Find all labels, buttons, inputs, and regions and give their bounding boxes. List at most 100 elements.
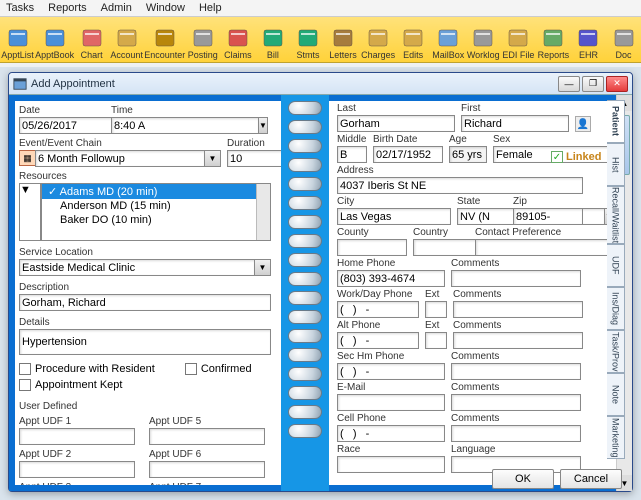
udf6-input[interactable] xyxy=(149,461,265,478)
event-input[interactable] xyxy=(35,150,205,167)
toolbar-claims[interactable]: Claims xyxy=(220,19,255,60)
address-input[interactable] xyxy=(337,177,583,194)
menu-tasks[interactable]: Tasks xyxy=(6,2,34,14)
description-input[interactable] xyxy=(19,294,271,311)
home-phone-label: Home Phone xyxy=(337,258,445,269)
email-input[interactable] xyxy=(337,394,445,411)
udf6-label: Appt UDF 6 xyxy=(149,449,265,460)
time-dropdown-icon[interactable]: ▼ xyxy=(259,117,268,134)
time-input[interactable] xyxy=(111,117,259,134)
home-comments-input[interactable] xyxy=(451,270,581,287)
tab-udf[interactable]: UDF xyxy=(607,244,625,287)
svcloc-dropdown-icon[interactable]: ▼ xyxy=(255,259,271,276)
menu-help[interactable]: Help xyxy=(199,2,222,14)
appointment-panel: Date ▦ Time ▼ Event/Event Chain ▦▼ Durat… xyxy=(9,95,281,491)
city-input[interactable] xyxy=(337,208,451,225)
county-label: County xyxy=(337,227,407,238)
toolbar-bill[interactable]: Bill xyxy=(255,19,290,60)
work-phone-input[interactable] xyxy=(337,301,419,318)
list-item[interactable]: ✓ Adams MD (20 min) xyxy=(42,184,270,199)
resources-listbox[interactable]: ✓ Adams MD (20 min) Anderson MD (15 min)… xyxy=(41,183,271,241)
ok-button[interactable]: OK xyxy=(492,469,554,489)
maximize-button[interactable]: ❐ xyxy=(582,76,604,92)
race-input[interactable] xyxy=(337,456,445,473)
birthdate-input[interactable] xyxy=(373,146,443,163)
tab-taskprov[interactable]: Task/Prov xyxy=(607,330,625,373)
cell-comments-input[interactable] xyxy=(451,425,581,442)
sec-comments-input[interactable] xyxy=(451,363,581,380)
toolbar-posting[interactable]: Posting xyxy=(185,19,220,60)
sec-phone-input[interactable] xyxy=(337,363,445,380)
toolbar-edits[interactable]: Edits xyxy=(396,19,431,60)
udf2-input[interactable] xyxy=(19,461,135,478)
sec-phone-label: Sec Hm Phone xyxy=(337,351,445,362)
zip-input[interactable] xyxy=(513,208,583,225)
udf5-input[interactable] xyxy=(149,428,265,445)
listbox-scrollbar[interactable] xyxy=(256,184,270,240)
details-input[interactable] xyxy=(19,329,271,355)
county-input[interactable] xyxy=(337,239,407,256)
toolbar-stmts[interactable]: Stmts xyxy=(290,19,325,60)
toolbar-account[interactable]: Account xyxy=(109,19,144,60)
duration-input[interactable] xyxy=(227,150,281,167)
toolbar-chart[interactable]: Chart xyxy=(74,19,109,60)
middle-input[interactable] xyxy=(337,146,367,163)
binder-spine xyxy=(281,95,329,491)
appointment-kept-checkbox[interactable]: Appointment Kept xyxy=(19,379,271,391)
toolbar-doc[interactable]: Doc xyxy=(606,19,641,60)
udf1-input[interactable] xyxy=(19,428,135,445)
bill-icon xyxy=(261,26,285,50)
home-phone-input[interactable] xyxy=(337,270,445,287)
work-ext-input[interactable] xyxy=(425,301,447,318)
toolbar-apptbook[interactable]: ApptBook xyxy=(35,19,74,60)
toolbar-apptlist[interactable]: ApptList xyxy=(0,19,35,60)
contact-pref-select[interactable] xyxy=(475,239,623,256)
event-picker-icon[interactable]: ▦ xyxy=(19,150,35,166)
window-icon xyxy=(13,77,27,91)
toolbar-letters[interactable]: Letters xyxy=(326,19,361,60)
first-input[interactable] xyxy=(461,115,569,132)
tab-note[interactable]: Note xyxy=(607,373,625,416)
list-item[interactable]: Baker DO (10 min) xyxy=(42,213,270,227)
toolbar-ehr[interactable]: EHR xyxy=(571,19,606,60)
toolbar-mailbox[interactable]: MailBox xyxy=(431,19,466,60)
email-comments-label: Comments xyxy=(451,382,581,393)
list-item[interactable]: Anderson MD (15 min) xyxy=(42,199,270,213)
tab-patient[interactable]: Patient xyxy=(607,100,625,143)
tab-hist[interactable]: Hist xyxy=(607,143,625,186)
confirmed-checkbox[interactable]: Confirmed xyxy=(185,363,252,375)
tab-recallwaitlist[interactable]: Recall/Waitlist xyxy=(607,186,625,244)
menu-reports[interactable]: Reports xyxy=(48,2,87,14)
menu-window[interactable]: Window xyxy=(146,2,185,14)
svcloc-input[interactable] xyxy=(19,259,255,276)
linked-checkbox[interactable]: ✓Linked xyxy=(551,151,601,163)
email-comments-input[interactable] xyxy=(451,394,581,411)
cell-phone-label: Cell Phone xyxy=(337,413,445,424)
email-label: E-Mail xyxy=(337,382,445,393)
tab-marketing[interactable]: Marketing xyxy=(607,416,625,459)
race-label: Race xyxy=(337,444,445,455)
binder-ring xyxy=(288,367,322,381)
toolbar-encounter[interactable]: Encounter xyxy=(144,19,185,60)
work-comments-input[interactable] xyxy=(453,301,583,318)
resources-expand-icon[interactable]: ▼ xyxy=(19,183,41,241)
close-button[interactable]: ✕ xyxy=(606,76,628,92)
alt-comments-input[interactable] xyxy=(453,332,583,349)
event-dropdown-icon[interactable]: ▼ xyxy=(205,150,221,167)
toolbar-worklog[interactable]: Worklog xyxy=(466,19,501,60)
minimize-button[interactable]: — xyxy=(558,76,580,92)
tab-insdiag[interactable]: Ins/Diag xyxy=(607,287,625,330)
alt-phone-input[interactable] xyxy=(337,332,419,349)
binder-ring xyxy=(288,253,322,267)
procedure-resident-checkbox[interactable]: Procedure with Resident xyxy=(19,363,155,375)
toolbar-reports[interactable]: Reports xyxy=(536,19,571,60)
last-input[interactable] xyxy=(337,115,455,132)
account-icon xyxy=(115,26,139,50)
cancel-button[interactable]: Cancel xyxy=(560,469,622,489)
person-icon[interactable]: 👤 xyxy=(575,116,591,132)
toolbar-charges[interactable]: Charges xyxy=(361,19,396,60)
toolbar-edi file[interactable]: EDI File xyxy=(501,19,536,60)
menu-admin[interactable]: Admin xyxy=(101,2,132,14)
alt-ext-input[interactable] xyxy=(425,332,447,349)
cell-phone-input[interactable] xyxy=(337,425,445,442)
